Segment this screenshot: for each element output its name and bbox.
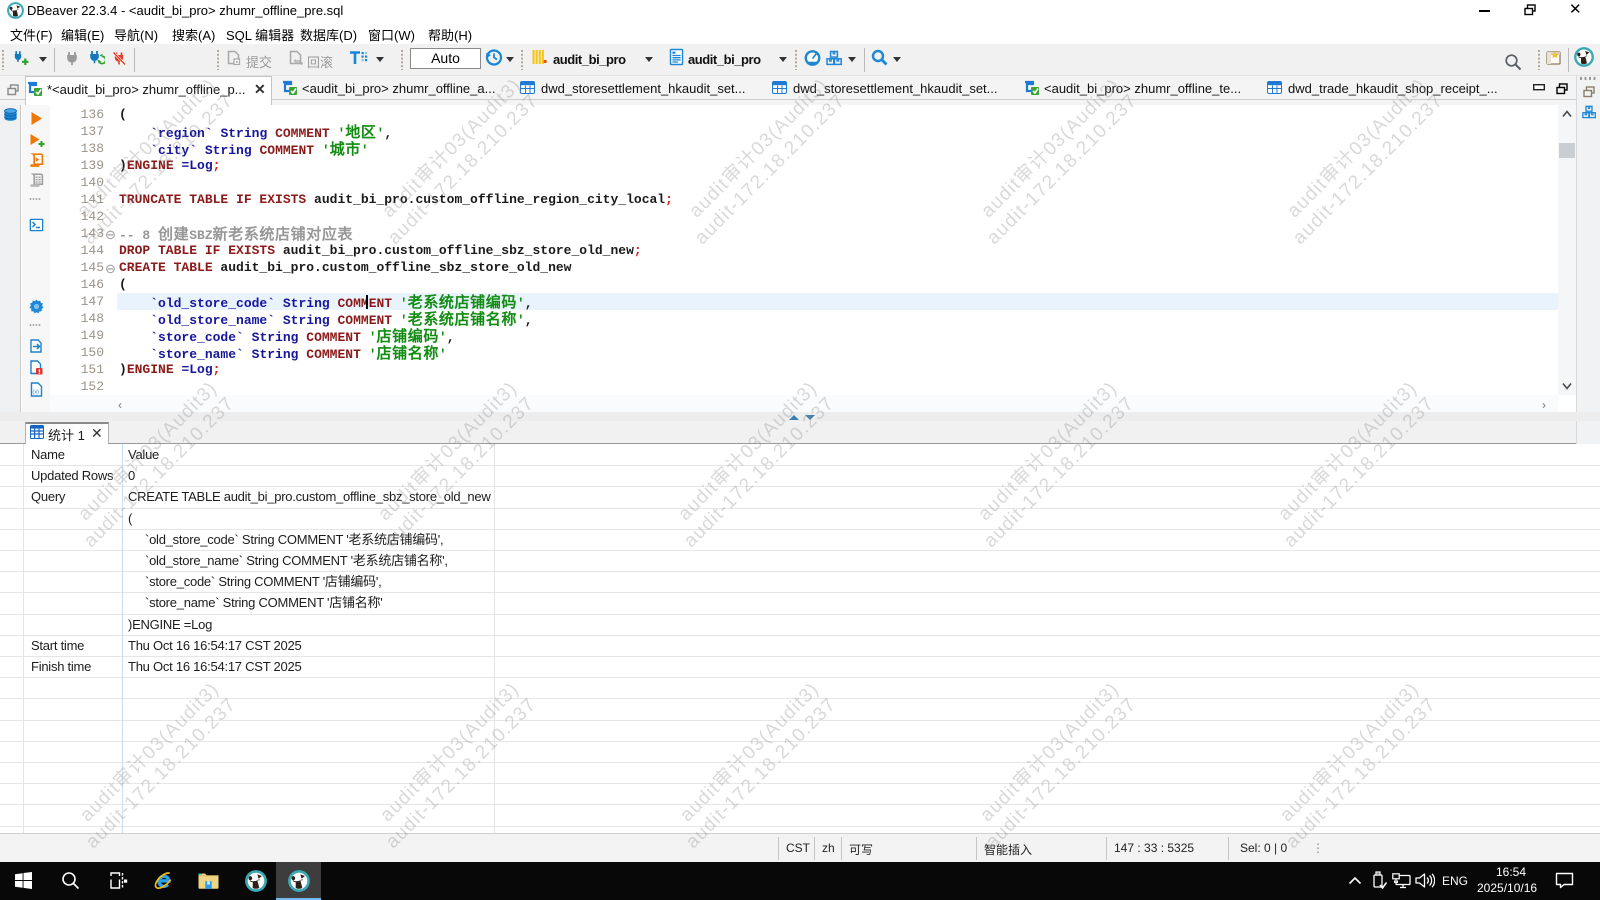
svg-text:(x): (x) bbox=[33, 390, 40, 396]
